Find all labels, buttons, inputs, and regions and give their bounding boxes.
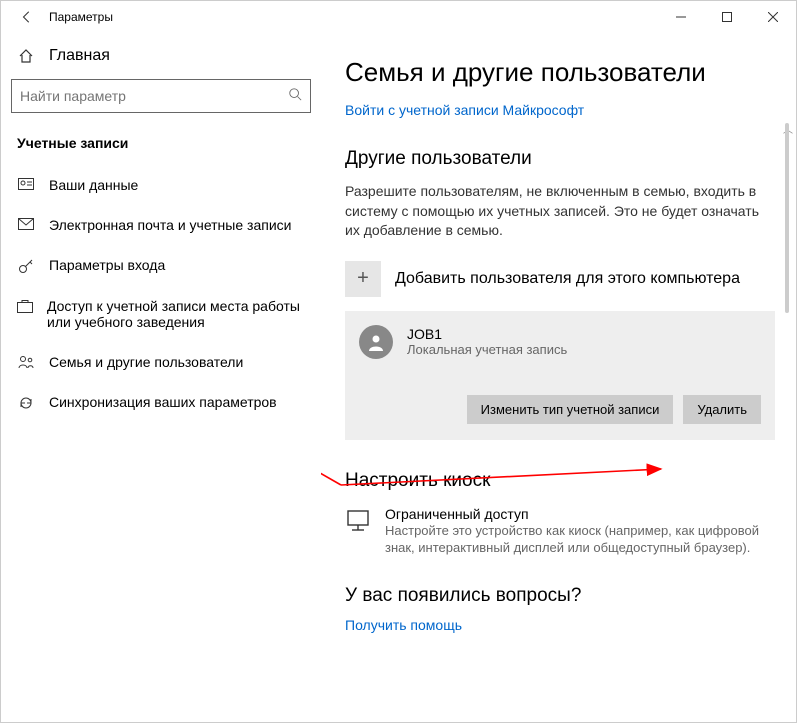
sidebar-item-label: Ваши данные (49, 177, 138, 193)
monitor-icon (345, 506, 371, 557)
briefcase-icon (17, 298, 33, 313)
signin-ms-link[interactable]: Войти с учетной записи Майкрософт (345, 102, 776, 118)
add-user-button[interactable]: + Добавить пользователя для этого компью… (345, 261, 776, 297)
plus-icon: + (345, 261, 381, 297)
search-box[interactable] (11, 79, 311, 113)
back-button[interactable] (11, 1, 43, 33)
change-account-type-button[interactable]: Изменить тип учетной записи (467, 395, 674, 424)
badge-icon (17, 177, 35, 192)
sidebar: Главная Учетные записи Ваши данные Элект… (1, 33, 321, 722)
maximize-button[interactable] (704, 1, 750, 33)
home-label: Главная (49, 47, 110, 65)
window-title: Параметры (49, 10, 113, 24)
home-icon (17, 48, 35, 64)
main-content: Семья и другие пользователи Войти с учет… (321, 33, 796, 722)
sidebar-item-work-access[interactable]: Доступ к учетной записи места работы или… (11, 286, 311, 342)
kiosk-title: Ограниченный доступ (385, 506, 765, 522)
user-subtitle: Локальная учетная запись (407, 342, 567, 357)
sidebar-item-your-info[interactable]: Ваши данные (11, 165, 311, 205)
sidebar-item-signin-options[interactable]: Параметры входа (11, 245, 311, 286)
sidebar-item-label: Синхронизация ваших параметров (49, 394, 277, 410)
sidebar-item-label: Электронная почта и учетные записи (49, 217, 291, 233)
sidebar-item-email[interactable]: Электронная почта и учетные записи (11, 205, 311, 245)
kiosk-heading: Настроить киоск (345, 470, 776, 492)
avatar-icon (359, 325, 393, 359)
delete-user-button[interactable]: Удалить (683, 395, 761, 424)
people-icon (17, 354, 35, 369)
get-help-link[interactable]: Получить помощь (345, 617, 776, 633)
sidebar-item-label: Параметры входа (49, 257, 165, 273)
minimize-button[interactable] (658, 1, 704, 33)
page-title: Семья и другие пользователи (345, 57, 776, 88)
scrollbar-thumb[interactable] (785, 123, 789, 313)
sidebar-item-family[interactable]: Семья и другие пользователи (11, 342, 311, 382)
other-users-heading: Другие пользователи (345, 148, 776, 170)
user-name: JOB1 (407, 326, 567, 342)
kiosk-desc: Настройте это устройство как киоск (напр… (385, 522, 765, 557)
kiosk-setup-button[interactable]: Ограниченный доступ Настройте это устрой… (345, 506, 765, 557)
sidebar-item-label: Доступ к учетной записи места работы или… (47, 298, 305, 330)
home-link[interactable]: Главная (11, 41, 311, 79)
user-card[interactable]: JOB1 Локальная учетная запись Изменить т… (345, 311, 775, 440)
search-input[interactable] (20, 88, 288, 104)
questions-heading: У вас появились вопросы? (345, 585, 776, 607)
sidebar-item-label: Семья и другие пользователи (49, 354, 243, 370)
search-icon (288, 87, 302, 106)
section-title: Учетные записи (11, 135, 311, 165)
scrollbar[interactable]: ︿ (780, 123, 794, 716)
mail-icon (17, 217, 35, 230)
sync-icon (17, 394, 35, 411)
add-user-label: Добавить пользователя для этого компьюте… (395, 270, 740, 288)
close-button[interactable] (750, 1, 796, 33)
other-users-desc: Разрешите пользователям, не включенным в… (345, 182, 765, 241)
key-icon (17, 257, 35, 274)
sidebar-item-sync[interactable]: Синхронизация ваших параметров (11, 382, 311, 423)
